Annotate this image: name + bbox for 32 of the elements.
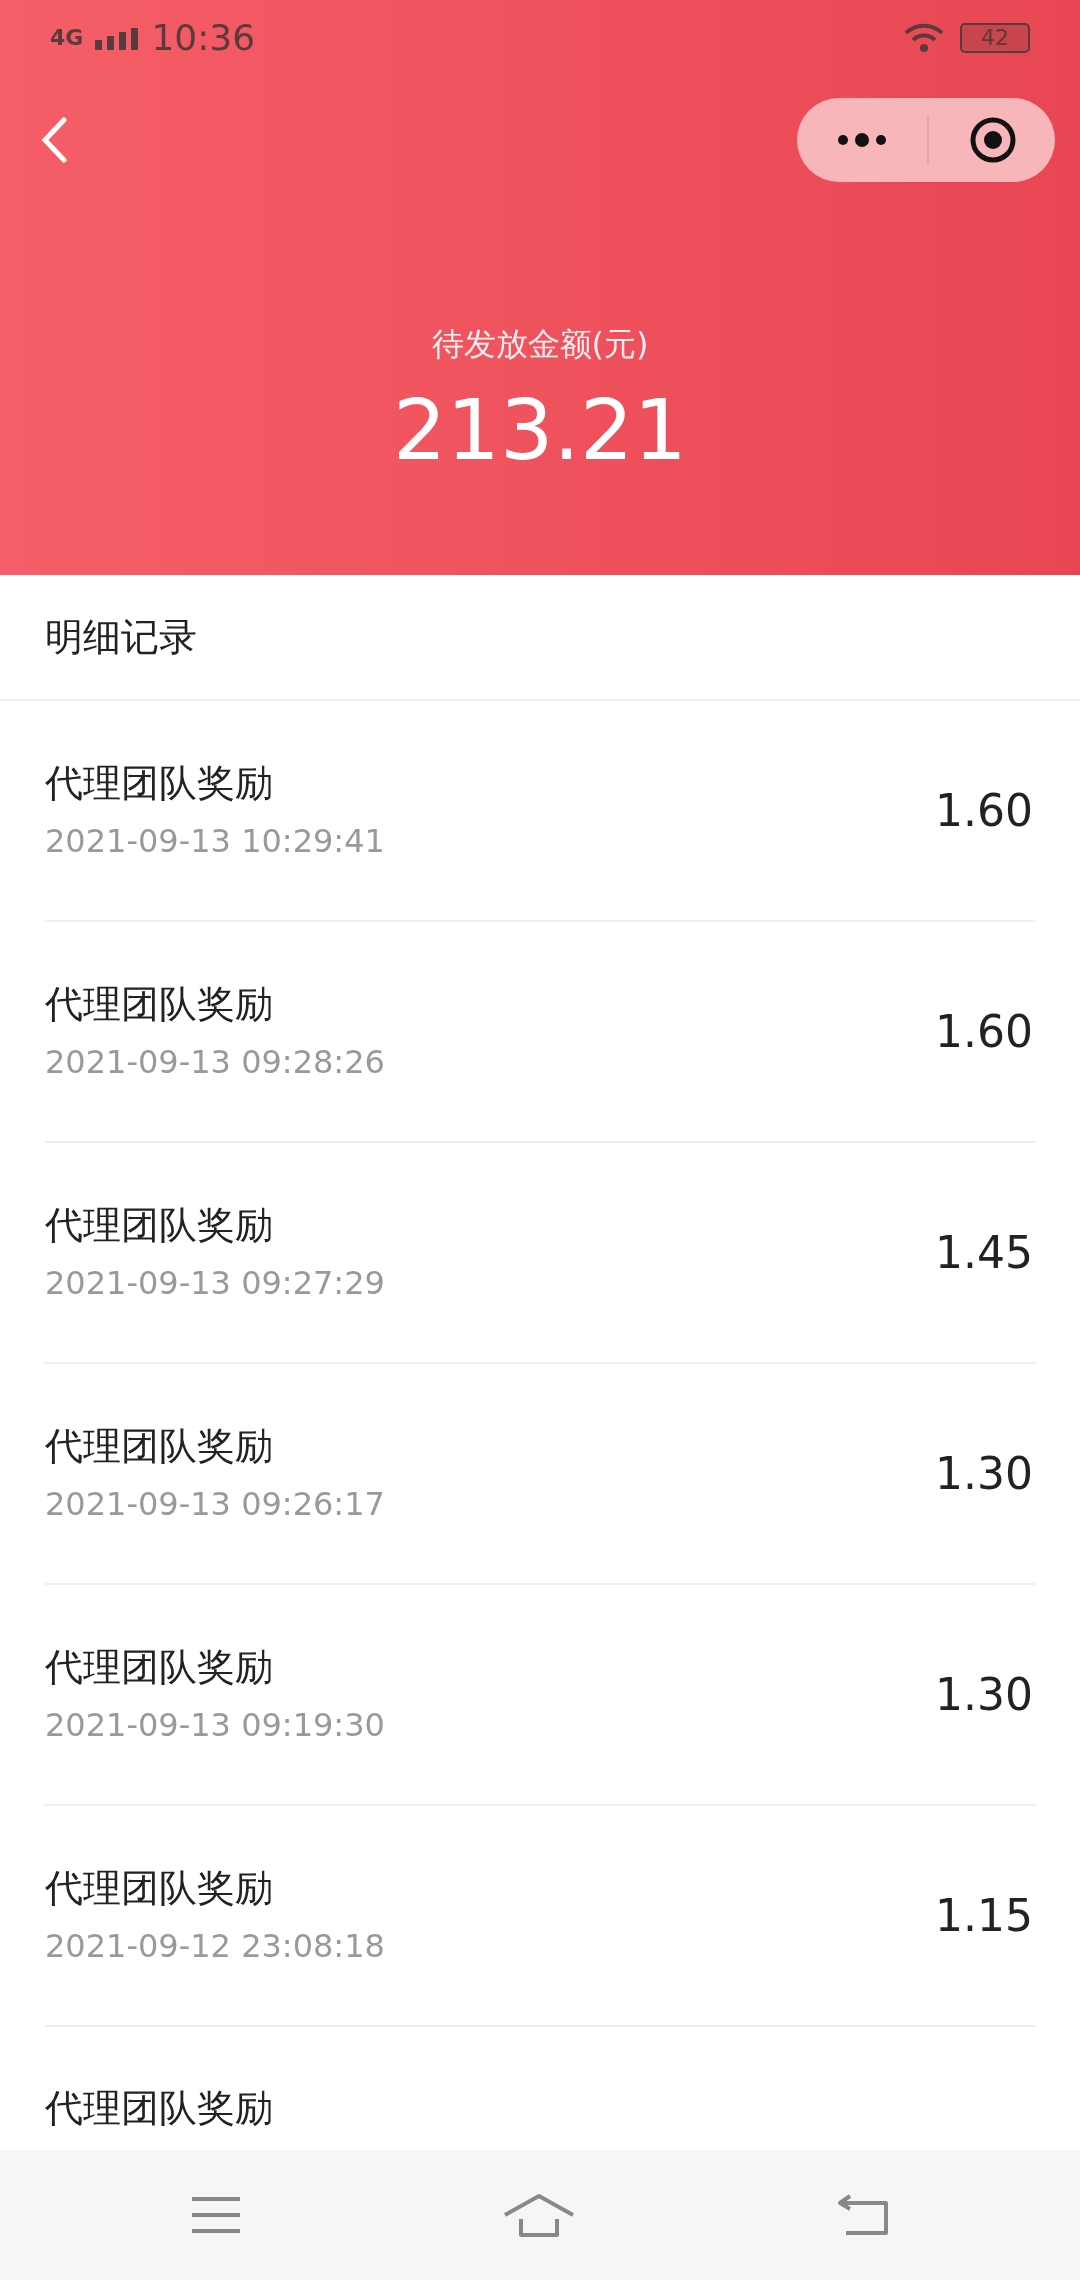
record-title: 代理团队奖励 [45,1643,274,1691]
record-title: 代理团队奖励 [45,1864,274,1912]
record-time: 2021-09-13 10:29:41 [45,821,385,862]
section-title: 明细记录 [45,613,197,661]
record-title: 代理团队奖励 [45,2085,273,2132]
pending-amount-label: 待发放金额(元) [431,324,649,365]
record-title: 代理团队奖励 [45,759,274,807]
record-amount: 1.60 [935,783,1033,838]
record-amount: 1.60 [935,1004,1033,1059]
record-time: 2021-09-13 09:27:29 [45,1263,385,1304]
record-time: 2021-09-13 09:28:26 [45,1042,385,1083]
signal-icon [95,25,140,50]
back-icon[interactable] [40,117,68,163]
more-icon[interactable] [837,130,887,150]
network-label: 4G [50,26,84,49]
home-icon[interactable] [503,2193,575,2237]
wifi-icon [904,22,944,53]
record-time: 2021-09-12 23:08:18 [45,1926,385,1967]
record-time: 2021-09-13 09:26:17 [45,1484,385,1525]
record-amount: 1.30 [935,1667,1033,1722]
record-time: 2021-09-13 09:19:30 [45,1705,385,1746]
battery-indicator: 42 [960,22,1030,53]
pending-amount: 213.21 [393,380,687,481]
menu-icon[interactable] [190,2195,243,2235]
record-amount: 1.15 [935,1888,1033,1943]
record-amount: 1.45 [935,1225,1033,1280]
record-title: 代理团队奖励 [45,1422,274,1470]
back-nav-icon[interactable] [835,2193,890,2237]
clock-time: 10:36 [151,15,256,60]
record-title: 代理团队奖励 [45,1201,274,1249]
record-title: 代理团队奖励 [45,980,274,1028]
record-amount: 1.30 [935,1446,1033,1501]
